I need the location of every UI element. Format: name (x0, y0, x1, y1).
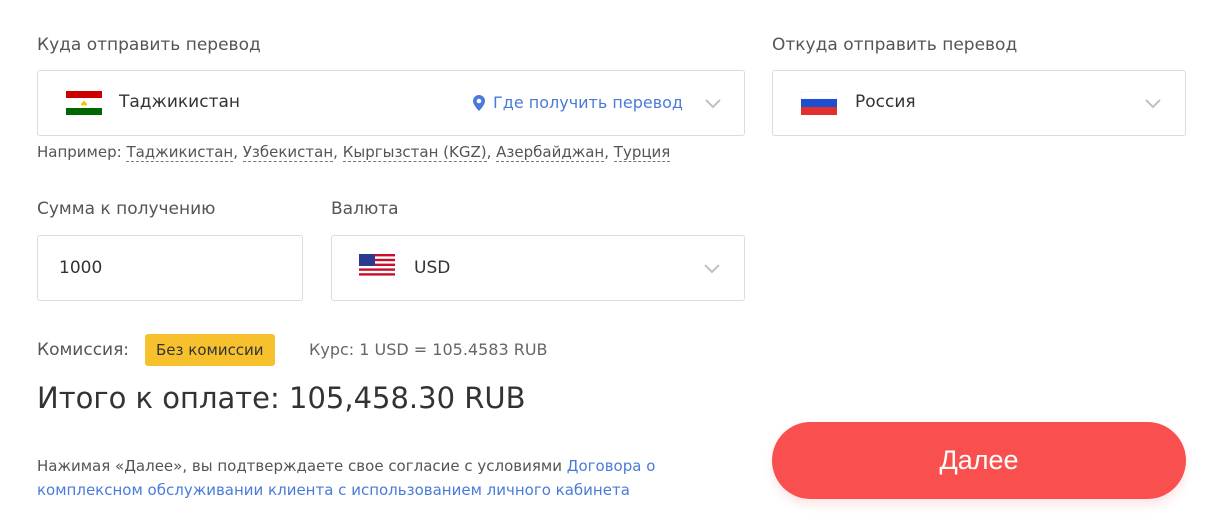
currency-select[interactable]: USD (331, 235, 745, 301)
chevron-down-icon[interactable] (705, 99, 721, 109)
flag-russia-icon (801, 91, 837, 115)
example-uzbekistan[interactable]: Узбекистан (242, 143, 334, 162)
destination-country-select[interactable]: Таджикистан Где получить перевод (37, 70, 745, 136)
chevron-down-icon[interactable] (1145, 99, 1161, 109)
flag-usa-icon (359, 254, 395, 278)
example-tajikistan[interactable]: Таджикистан (126, 143, 234, 162)
destination-label: Куда отправить перевод (37, 35, 261, 55)
currency-value: USD (414, 258, 451, 278)
origin-country-select[interactable]: Россия (772, 70, 1186, 136)
where-to-receive-label: Где получить перевод (493, 93, 683, 112)
exchange-rate-text: Курс: 1 USD = 105.4583 RUB (309, 340, 548, 359)
where-to-receive-link[interactable]: Где получить перевод (473, 93, 683, 112)
commission-label: Комиссия: (37, 340, 130, 360)
example-kyrgyzstan[interactable]: Кыргызстан (KGZ) (342, 143, 487, 162)
origin-label: Откуда отправить перевод (772, 35, 1018, 55)
origin-country-value: Россия (855, 92, 916, 112)
flag-tajikistan-icon (66, 91, 102, 115)
destination-country-value: Таджикистан (119, 92, 241, 112)
agreement-text: Нажимая «Далее», вы подтверждаете свое с… (37, 454, 737, 502)
example-azerbaijan[interactable]: Азербайджан (496, 143, 605, 162)
next-button[interactable]: Далее (772, 422, 1186, 499)
currency-label: Валюта (331, 199, 399, 219)
chevron-down-icon[interactable] (704, 264, 720, 274)
location-pin-icon (473, 94, 485, 111)
amount-label: Сумма к получению (37, 199, 216, 219)
agreement-prefix: Нажимая «Далее», вы подтверждаете свое с… (37, 457, 562, 475)
no-commission-badge: Без комиссии (145, 334, 275, 366)
amount-value: 1000 (59, 258, 103, 278)
amount-input[interactable]: 1000 (37, 235, 303, 301)
example-turkey[interactable]: Турция (613, 143, 671, 162)
hint-prefix: Например: (37, 143, 122, 161)
total-amount: Итого к оплате: 105,458.30 RUB (37, 381, 526, 415)
destination-examples-hint: Например: Таджикистан, Узбекистан, Кыргы… (37, 143, 671, 162)
